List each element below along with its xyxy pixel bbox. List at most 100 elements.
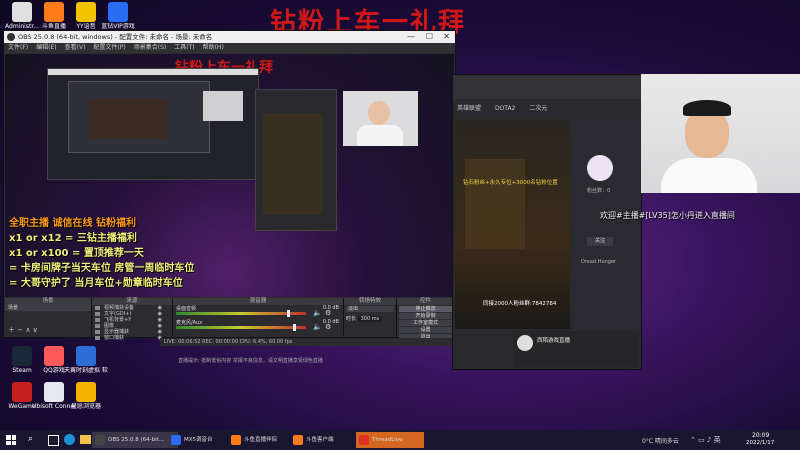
overlay-line: x1 or x12 = 三钻主播福利: [9, 233, 137, 244]
overlay-text: 全职主播 诚信在线 钻粉福利 x1 or x12 = 三钻主播福利 x1 or …: [9, 214, 194, 289]
scene-item[interactable]: 场景: [5, 305, 91, 311]
taskview-icon[interactable]: [48, 435, 59, 446]
controls-header: 控件: [397, 298, 454, 305]
scenes-header: 场景: [5, 298, 91, 305]
tianyi-icon: [76, 346, 96, 366]
menu-item[interactable]: 查看(V): [65, 44, 86, 51]
desktop-icon-label: 天翼时刻虚拟 软件: [64, 367, 108, 374]
volume-slider[interactable]: [293, 324, 296, 331]
taskbar: ⌕ OBS 25.0.8 (64-bit... MX5调音台 斗鱼直播伴侣 斗鱼客户端…: [0, 430, 800, 450]
tab-dota2[interactable]: DOTA2: [495, 105, 515, 112]
anchor-info: 西陌游戏直播: [513, 331, 639, 367]
desktop-icon[interactable]: 天翼时刻虚拟 软件: [64, 346, 108, 374]
source-label: 窗口捕获: [104, 335, 125, 341]
taskbar-app-icon: [171, 435, 181, 445]
tab-lol[interactable]: 英雄联盟: [457, 105, 481, 112]
menu-item[interactable]: 配置文件(P): [93, 44, 125, 51]
source-type-icon: [95, 318, 100, 322]
obs-app-icon: [7, 33, 15, 41]
scene-controls[interactable]: ＋ − ∧ ∨: [8, 325, 38, 335]
clock-time[interactable]: 20:09: [752, 432, 769, 439]
taskbar-app-label: 斗鱼直播伴侣: [244, 437, 278, 443]
nested-game: [263, 114, 323, 214]
taskbar-app[interactable]: OBS 25.0.8 (64-bit...: [92, 432, 178, 448]
follow-button[interactable]: 关注: [587, 237, 613, 246]
mixer-channel: 桌面音频 0.0 dB 🔈 ⚙: [173, 305, 343, 319]
speaker-icon[interactable]: 🔈: [313, 323, 322, 331]
nested-webcam: [343, 91, 418, 146]
overlay-line: = 大哥守护了 当月车位+勋章临时车位: [9, 278, 183, 289]
menu-item[interactable]: 帮助(H): [203, 44, 224, 51]
fans-count: 同接2000人粉丝群:7842784: [483, 301, 557, 307]
volume-meter: [176, 326, 306, 329]
overlay-line: x1 or x100 = 置顶推荐一天: [9, 248, 144, 259]
obs-titlebar[interactable]: OBS 25.0.8 (64-bit, windows) - 配置文件: 未命名…: [4, 31, 455, 43]
transition-select[interactable]: 淡出: [346, 306, 394, 312]
edge-icon[interactable]: [64, 434, 75, 445]
desktop-icon[interactable]: 星愿浏览器: [64, 382, 108, 410]
tray-icons[interactable]: ⌃ ▭ ♪ 英: [690, 435, 721, 445]
taskbar-app-icon: [359, 435, 369, 445]
taskbar-app-label: ThreadLive: [372, 437, 403, 443]
mixer-header: 混音器: [173, 298, 343, 305]
control-button[interactable]: 开始录制: [399, 313, 452, 319]
control-button[interactable]: 设置: [399, 327, 452, 333]
minimize-icon[interactable]: —: [407, 31, 415, 43]
explorer-icon[interactable]: [80, 435, 91, 444]
menu-item[interactable]: 工具(T): [174, 44, 194, 51]
anchor-name: 西陌游戏直播: [537, 338, 571, 344]
source-type-icon: [95, 336, 100, 340]
overlay-line: = 卡房间牌子当天车位 房管一周临时车位: [9, 263, 195, 274]
obs-window[interactable]: OBS 25.0.8 (64-bit, windows) - 配置文件: 未命名…: [3, 30, 456, 341]
search-icon[interactable]: ⌕: [28, 434, 33, 444]
live-topbar: [453, 75, 641, 99]
maximize-icon[interactable]: ☐: [426, 31, 433, 43]
duration-input[interactable]: 300 ms: [357, 316, 383, 322]
menu-item[interactable]: 场景集合(S): [134, 44, 167, 51]
gear-icon[interactable]: ⚙: [325, 323, 331, 331]
scenes-dock: 场景 场景 ＋ − ∧ ∨: [5, 298, 92, 336]
weather-text[interactable]: 0°C 晴间多云: [642, 436, 679, 445]
taskbar-app-icon: [293, 435, 303, 445]
steam-icon: [12, 346, 32, 366]
gear-icon[interactable]: ⚙: [325, 309, 331, 317]
source-type-icon: [95, 324, 100, 328]
qq-music-icon: [44, 346, 64, 366]
desktop-icon-label: 星愿浏览器: [70, 403, 101, 410]
close-icon[interactable]: ✕: [443, 31, 450, 43]
control-button[interactable]: 工作室模式: [399, 320, 452, 326]
anchor-avatar[interactable]: [587, 155, 613, 181]
star-browser-icon: [76, 382, 96, 402]
wegame-icon: [12, 382, 32, 402]
anchor-thumb: [517, 335, 533, 351]
overlay-line: 全职主播 诚信在线 钻粉福利: [9, 218, 136, 229]
live-sidepanel: 粉丝数：0 关注 Dread Hunger: [573, 119, 639, 329]
start-button[interactable]: [6, 435, 16, 445]
vip-icon: [108, 2, 128, 22]
live-tabs: 英雄联盟 DOTA2 二次元: [457, 103, 547, 112]
obs-menubar: 文件(F) 编辑(E) 查看(V) 配置文件(P) 场景集合(S) 工具(T) 帮助(H): [4, 43, 455, 53]
volume-slider[interactable]: [286, 310, 290, 317]
menu-item[interactable]: 编辑(E): [36, 44, 56, 51]
control-button[interactable]: 停止推流: [399, 306, 452, 312]
desktop-icon-label: 蓝钻VIP游戏: [101, 23, 135, 30]
sources-dock: 来源 视频捕获设备◉文字(GDI+)◉飞机背景+Y◉图像◉显示器捕获◉窗口捕获◉: [92, 298, 173, 341]
rank-label[interactable]: Dread Hunger: [581, 259, 616, 265]
obs-preview[interactable]: 钻粉上车一礼拜 全职主播 诚信在线 钻粉福利 x1 or x12 = 三钻主播福…: [5, 54, 454, 297]
taskbar-app[interactable]: 斗鱼客户端: [290, 432, 362, 448]
nested-capture: [47, 68, 259, 180]
source-type-icon: [95, 330, 100, 334]
obs-docks: 场景 场景 ＋ − ∧ ∨ 来源 视频捕获设备 ◉ 文字(GDI+) ◉ 飞机背景+Y ◉…: [5, 298, 454, 341]
clock-date[interactable]: 2022/1/17: [746, 440, 774, 446]
live-app-window[interactable]: 英雄联盟 DOTA2 二次元 钻石粉丝+永久专位+3000名钻粉位置 同接200…: [452, 74, 642, 370]
taskbar-app[interactable]: ThreadLive: [356, 432, 424, 448]
douyu-icon: [44, 2, 64, 22]
menu-item[interactable]: 文件(F): [8, 44, 28, 51]
duration-label: 时长: [346, 316, 357, 322]
obs-statusbar: LIVE: 00:06:52 REC: 00:00:00 CPU: 6.4%, …: [160, 338, 454, 346]
recycle-bin-icon: [12, 2, 32, 22]
taskbar-app-label: OBS 25.0.8 (64-bit...: [108, 437, 165, 443]
desktop-icon[interactable]: 蓝钻VIP游戏: [96, 2, 140, 30]
tab-anime[interactable]: 二次元: [529, 105, 547, 112]
speaker-icon[interactable]: 🔈: [313, 309, 322, 317]
